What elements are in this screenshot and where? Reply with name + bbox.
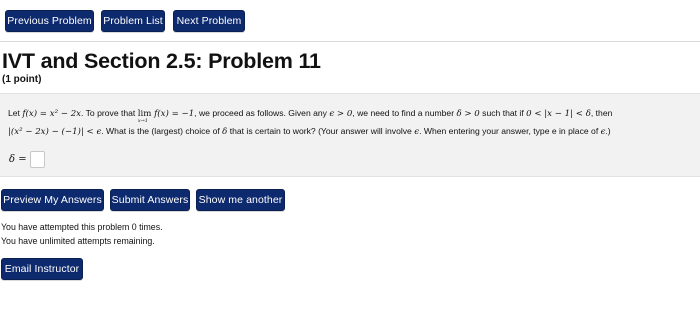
submit-answers-button[interactable]: Submit Answers <box>110 189 190 211</box>
delta-condition: δ > 0 <box>456 109 480 119</box>
text-close: .) <box>605 126 611 136</box>
remaining-attempts-status: You have unlimited attempts remaining. <box>1 236 155 246</box>
limit-expression: lim x→1 <box>138 109 152 124</box>
preview-answers-button[interactable]: Preview My Answers <box>1 189 104 211</box>
text-proceed: , we proceed as follows. Given any <box>194 108 330 118</box>
answer-input[interactable] <box>29 151 45 168</box>
epsilon-condition: ϵ > 0 <box>329 109 353 119</box>
problem-text-line-1: Let f(x) = x² − 2x. To prove that lim x→1… <box>8 108 613 124</box>
limit-value: f(x) = −1 <box>151 109 195 119</box>
limit-subscript: x→1 <box>137 118 148 124</box>
problem-points: (1 point) <box>2 74 42 85</box>
attempts-status: You have attempted this problem 0 times. <box>1 222 163 232</box>
problem-title: IVT and Section 2.5: Problem 11 <box>2 49 321 73</box>
problem-text-line-2: |(x² − 2x) − (−1)| < ϵ. What is the (lar… <box>8 126 611 137</box>
next-problem-button[interactable]: Next Problem <box>173 10 245 32</box>
show-another-button[interactable]: Show me another <box>196 189 285 211</box>
answer-row: δ = <box>9 151 45 168</box>
text-then: , then <box>590 108 613 118</box>
text-question: . What is the (largest) choice of <box>101 126 223 136</box>
email-instructor-button[interactable]: Email Instructor <box>1 258 83 280</box>
text-need: , we need to find a number <box>352 108 457 118</box>
text-let: Let <box>8 108 23 118</box>
previous-problem-button[interactable]: Previous Problem <box>5 10 94 32</box>
text-will-work: that is certain to work? (Your answer wi… <box>227 126 415 136</box>
function-definition: f(x) = x² − 2x <box>22 109 82 119</box>
answer-label: δ = <box>9 154 27 165</box>
distance-condition: 0 < |x − 1| < δ <box>526 109 591 119</box>
absolute-value-expression: |(x² − 2x) − (−1)| < ϵ <box>8 127 102 137</box>
text-such-that: such that if <box>479 108 527 118</box>
text-to-prove: . To prove that <box>81 108 138 118</box>
text-entering: . When entering your answer, type e in p… <box>419 126 601 136</box>
problem-nav-bar: Previous Problem Problem List Next Probl… <box>0 0 700 42</box>
problem-list-button[interactable]: Problem List <box>101 10 165 32</box>
problem-body: Let f(x) = x² − 2x. To prove that lim x→1… <box>0 93 700 177</box>
